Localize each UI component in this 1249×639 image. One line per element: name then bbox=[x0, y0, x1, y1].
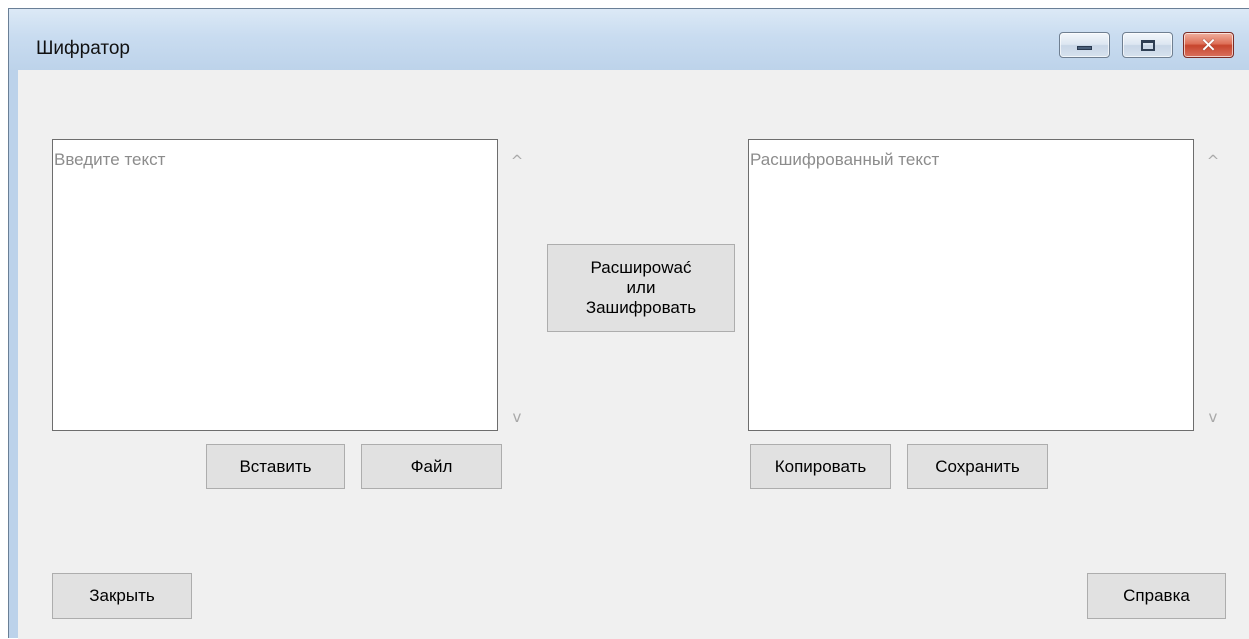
output-textarea[interactable] bbox=[749, 140, 1193, 430]
output-scrollbar[interactable]: ^ v bbox=[1199, 139, 1227, 431]
file-button[interactable]: Файл bbox=[361, 444, 502, 489]
encrypt-decrypt-label-line-1: Расширować bbox=[590, 258, 692, 277]
form-client-area: ^ v Вставить Файл Расширować или Зашифро… bbox=[18, 70, 1249, 639]
close-button[interactable]: Закрыть bbox=[52, 573, 192, 619]
input-textarea[interactable] bbox=[53, 140, 497, 430]
encrypt-decrypt-label-line-2: или bbox=[626, 278, 656, 297]
save-button[interactable]: Сохранить bbox=[907, 444, 1048, 489]
help-button[interactable]: Справка bbox=[1087, 573, 1226, 619]
minimize-icon bbox=[1077, 46, 1092, 50]
maximize-button[interactable] bbox=[1122, 32, 1173, 58]
input-text-box[interactable] bbox=[52, 139, 498, 431]
copy-button[interactable]: Копировать bbox=[750, 444, 891, 489]
minimize-button[interactable] bbox=[1059, 32, 1110, 58]
encrypt-decrypt-button[interactable]: Расширować или Зашифровать bbox=[547, 244, 735, 332]
chevron-up-icon[interactable]: ^ bbox=[503, 151, 531, 171]
main-window: Шифратор ✕ ^ v Вставить Файл Расширować … bbox=[8, 8, 1249, 639]
title-bar[interactable]: Шифратор ✕ bbox=[9, 9, 1249, 70]
chevron-down-icon[interactable]: v bbox=[503, 407, 531, 427]
window-title: Шифратор bbox=[36, 38, 130, 59]
chevron-up-icon[interactable]: ^ bbox=[1199, 151, 1227, 171]
insert-button[interactable]: Вставить bbox=[206, 444, 345, 489]
chevron-down-icon[interactable]: v bbox=[1199, 407, 1227, 427]
input-scrollbar[interactable]: ^ v bbox=[503, 139, 531, 431]
close-icon: ✕ bbox=[1200, 33, 1217, 57]
maximize-icon bbox=[1141, 40, 1155, 51]
output-text-box[interactable] bbox=[748, 139, 1194, 431]
close-window-button[interactable]: ✕ bbox=[1183, 32, 1234, 58]
encrypt-decrypt-label-line-3: Зашифровать bbox=[585, 298, 697, 317]
